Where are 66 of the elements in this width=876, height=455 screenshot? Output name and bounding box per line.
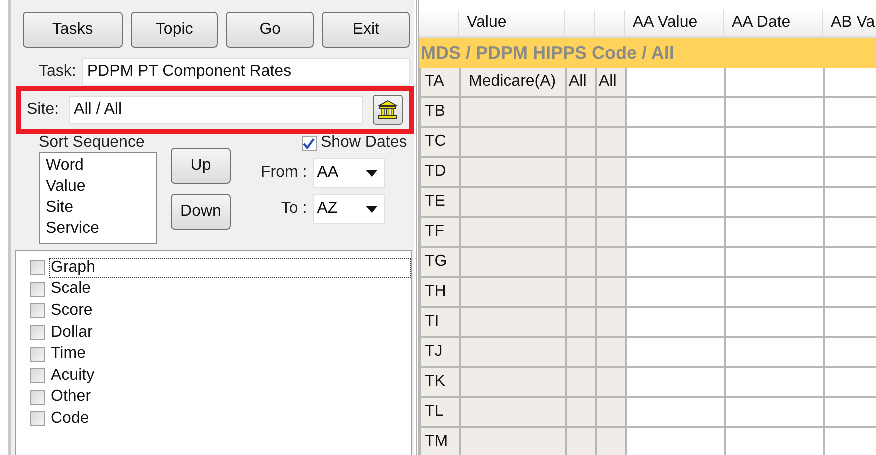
category-label[interactable]: Graph (49, 258, 411, 278)
toolbar-button[interactable]: Topic (130, 12, 218, 48)
row-header: TC (419, 128, 459, 158)
show-dates-label: Show Dates (320, 134, 408, 152)
column-header (595, 10, 625, 38)
table-cell: Medicare(A) (459, 68, 565, 98)
category-checkbox[interactable] (30, 346, 45, 362)
sort-sequence-list[interactable]: Word Value Site Service (39, 152, 157, 244)
list-item[interactable]: Service (46, 218, 150, 239)
category-label[interactable]: Acuity (49, 366, 96, 386)
sort-sequence-label: Sort Sequence (39, 134, 146, 152)
move-button[interactable]: Down (171, 194, 231, 230)
column-header (565, 10, 595, 38)
from-label: From : (261, 164, 308, 182)
list-item[interactable]: Site (46, 197, 150, 218)
task-field[interactable]: PDPM PT Component Rates (82, 58, 410, 86)
category-label[interactable]: Code (49, 408, 90, 429)
caret-icon (366, 206, 378, 212)
category-checkbox[interactable] (30, 325, 45, 340)
row-header: TK (419, 368, 459, 398)
toolbar-button[interactable]: Tasks (23, 12, 123, 48)
category-label[interactable]: Time (49, 344, 87, 364)
site-field[interactable]: All / All (69, 96, 363, 124)
to-label: To : (281, 200, 308, 218)
row-header: TH (419, 278, 459, 308)
column-header[interactable]: AA Date (724, 10, 823, 38)
category-checkbox[interactable] (30, 303, 45, 318)
column-header[interactable]: Value (459, 10, 565, 38)
category-checkbox[interactable] (30, 390, 45, 405)
bank-icon (377, 99, 399, 121)
site-picker-button[interactable] (373, 95, 403, 125)
table-cell: All (595, 68, 625, 98)
column-header[interactable]: AA Value (625, 10, 724, 38)
category-checkbox[interactable] (30, 282, 45, 297)
category-label[interactable]: Dollar (49, 322, 94, 343)
caret-icon (366, 170, 378, 176)
category-checkbox[interactable] (30, 411, 45, 426)
from-dropdown[interactable]: AA (313, 158, 386, 188)
row-header: TM (419, 428, 459, 455)
row-header: TL (419, 398, 459, 428)
row-header: TG (419, 248, 459, 278)
checkmark-icon (303, 138, 316, 148)
row-header: TA (419, 68, 459, 98)
row-header: TI (419, 308, 459, 338)
list-item[interactable]: Word (46, 155, 150, 176)
table-cell: All (565, 68, 595, 98)
site-label: Site: (27, 101, 60, 119)
row-header: TD (419, 158, 459, 188)
category-label[interactable]: Scale (49, 279, 92, 300)
row-header: TF (419, 218, 459, 248)
toolbar-button[interactable]: Exit (322, 12, 410, 48)
toolbar-button[interactable]: Go (226, 12, 314, 48)
move-button[interactable]: Up (171, 148, 231, 184)
category-checkbox[interactable] (30, 368, 45, 384)
show-dates-checkbox[interactable] (302, 136, 317, 150)
category-label[interactable]: Other (49, 387, 92, 408)
to-dropdown[interactable]: AZ (313, 194, 386, 224)
row-header: TB (419, 98, 459, 128)
column-header (419, 10, 459, 38)
category-checkbox[interactable] (30, 260, 45, 276)
list-item[interactable]: Value (46, 176, 150, 197)
category-label[interactable]: Score (49, 300, 94, 321)
row-header: TE (419, 188, 459, 218)
group-header: MDS / PDPM HIPPS Code / All (419, 38, 876, 68)
task-label: Task: (39, 63, 76, 81)
row-header: TJ (419, 338, 459, 368)
